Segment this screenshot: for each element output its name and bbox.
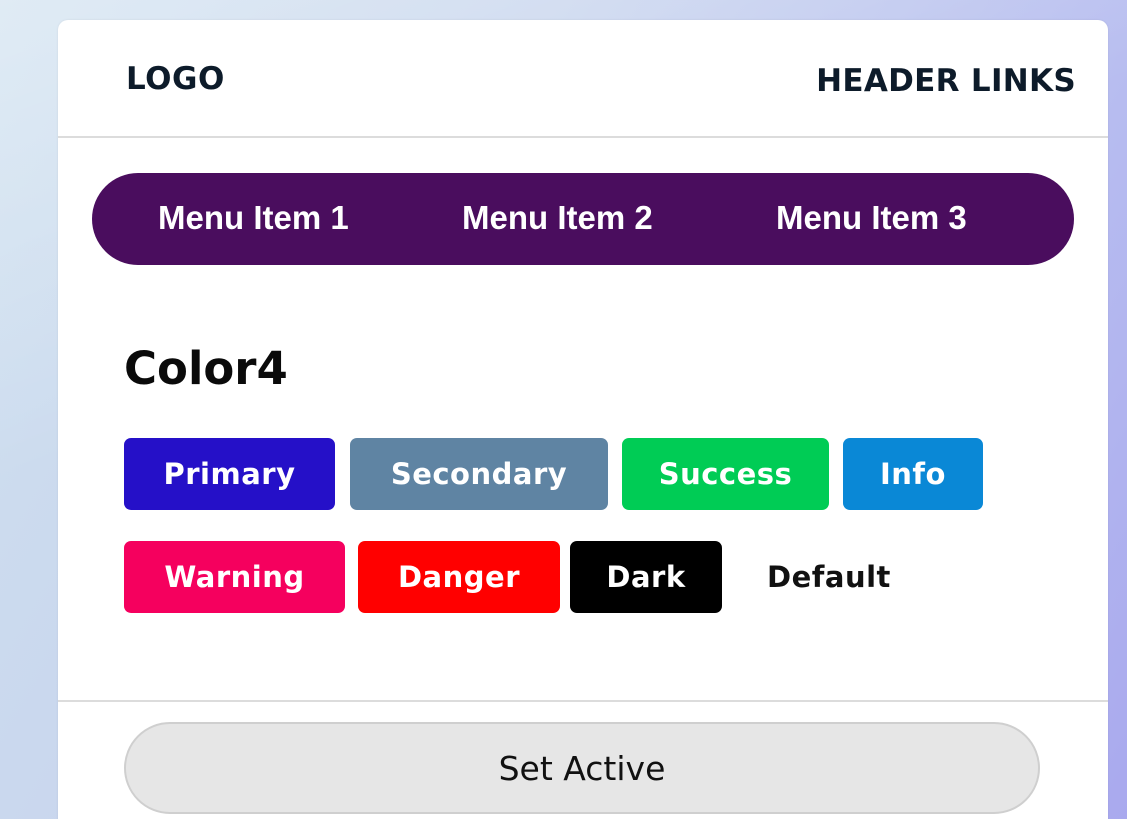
menu-item-2[interactable]: Menu Item 2 — [462, 199, 653, 237]
badge-danger: Danger — [358, 541, 560, 613]
card-header: LOGO HEADER LINKS — [58, 20, 1108, 138]
set-active-button[interactable]: Set Active — [124, 722, 1040, 814]
badge-dark: Dark — [570, 541, 722, 613]
badge-secondary: Secondary — [350, 438, 608, 510]
badge-success: Success — [622, 438, 829, 510]
menu-bar: Menu Item 1 Menu Item 2 Menu Item 3 — [92, 173, 1074, 265]
badge-info: Info — [843, 438, 983, 510]
menu-item-3[interactable]: Menu Item 3 — [776, 199, 967, 237]
logo[interactable]: LOGO — [126, 61, 225, 97]
component-card: LOGO HEADER LINKS Menu Item 1 Menu Item … — [58, 20, 1108, 819]
header-links[interactable]: HEADER LINKS — [816, 63, 1076, 99]
badge-warning: Warning — [124, 541, 345, 613]
badge-default: Default — [734, 541, 924, 613]
menu-item-1[interactable]: Menu Item 1 — [158, 199, 349, 237]
section-title: Color4 — [124, 342, 288, 395]
footer-divider — [58, 700, 1108, 702]
badge-primary: Primary — [124, 438, 335, 510]
